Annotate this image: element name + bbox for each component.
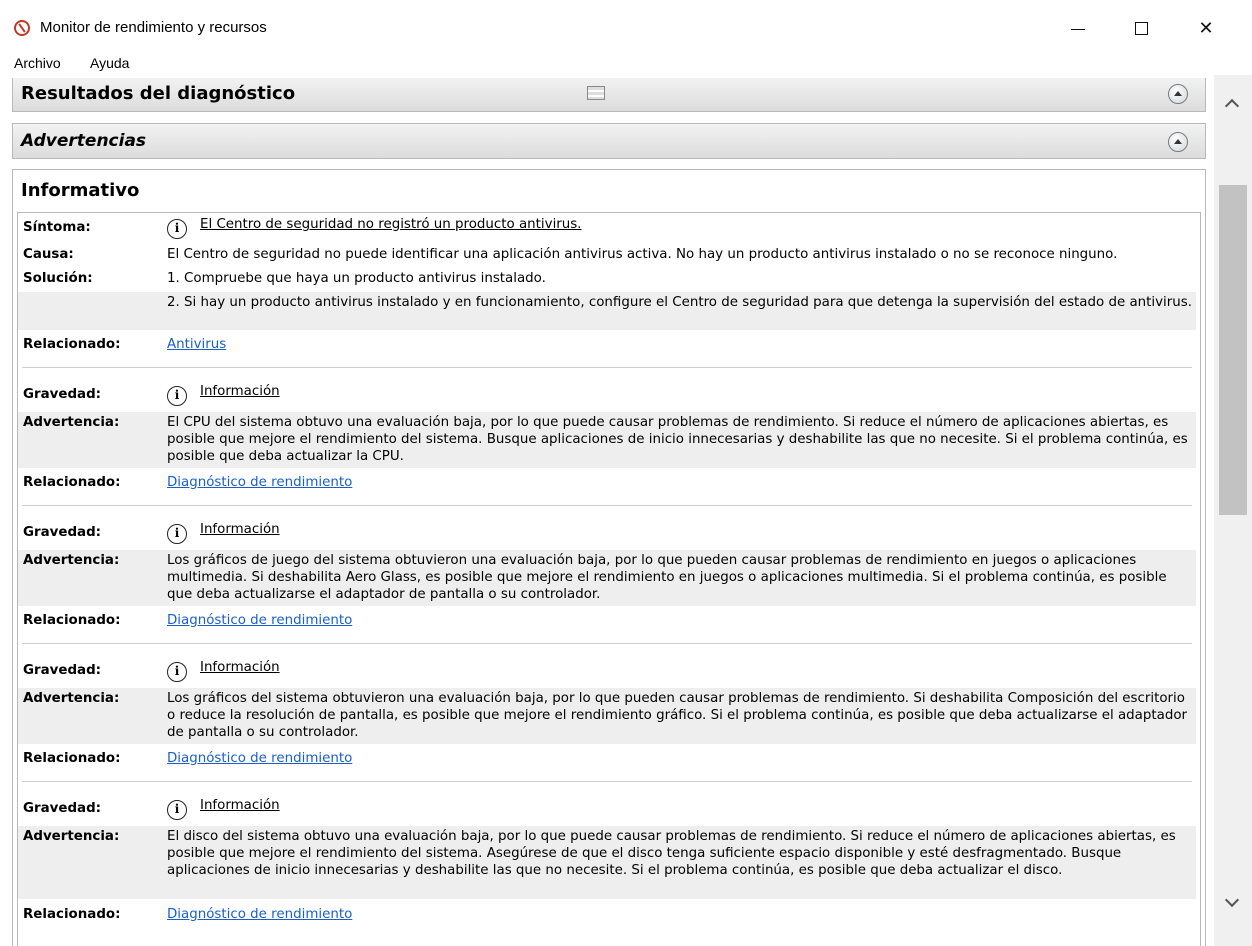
close-icon: ✕ bbox=[1198, 18, 1214, 39]
label-related: Relacionado: bbox=[23, 475, 121, 490]
menu-archivo[interactable]: Archivo bbox=[14, 55, 61, 71]
label-related: Relacionado: bbox=[23, 613, 121, 628]
solution-step-1: 1. Compruebe que haya un producto antivi… bbox=[167, 271, 546, 286]
divider bbox=[22, 643, 1192, 644]
section-warnings[interactable]: Advertencias bbox=[12, 123, 1206, 159]
solution-step-2: 2. Si hay un producto antivirus instalad… bbox=[167, 295, 1192, 310]
performance-monitor-icon bbox=[14, 20, 30, 36]
table-row: Gravedad: i Información bbox=[18, 797, 1196, 820]
maximize-button[interactable] bbox=[1122, 14, 1162, 44]
scroll-thumb[interactable] bbox=[1219, 185, 1247, 515]
section-title: Informativo bbox=[21, 180, 140, 201]
label-severity: Gravedad: bbox=[23, 801, 102, 816]
table-row: Relacionado: Diagnóstico de rendimiento bbox=[18, 473, 1196, 493]
cause-text: El Centro de seguridad no puede identifi… bbox=[167, 247, 1118, 262]
menu-ayuda[interactable]: Ayuda bbox=[90, 55, 129, 71]
related-link-performance[interactable]: Diagnóstico de rendimiento bbox=[167, 750, 352, 767]
table-row: Solución: 1. Compruebe que haya un produ… bbox=[18, 269, 1196, 289]
warning-text: Los gráficos de juego del sistema obtuvi… bbox=[167, 553, 1167, 602]
warning-text: El disco del sistema obtuvo una evaluaci… bbox=[167, 829, 1176, 878]
chevron-down-icon bbox=[1224, 892, 1240, 908]
table-row: Gravedad: i Información bbox=[18, 521, 1196, 544]
report-content: Resultados del diagnóstico Advertencias … bbox=[0, 75, 1214, 946]
vertical-scrollbar[interactable] bbox=[1214, 75, 1252, 946]
table-row: Síntoma: i El Centro de seguridad no regi… bbox=[18, 216, 1196, 239]
collapse-icon[interactable] bbox=[1168, 132, 1188, 152]
related-link-performance[interactable]: Diagnóstico de rendimiento bbox=[167, 612, 352, 629]
symptom-link[interactable]: El Centro de seguridad no registró un pr… bbox=[200, 217, 582, 232]
label-related: Relacionado: bbox=[23, 337, 121, 352]
warning-text: Los gráficos del sistema obtuvieron una … bbox=[167, 691, 1188, 740]
info-icon: i bbox=[167, 386, 187, 406]
minimize-button[interactable] bbox=[1058, 14, 1098, 44]
window-title: Monitor de rendimiento y recursos bbox=[40, 19, 267, 36]
table-row: Gravedad: i Información bbox=[18, 383, 1196, 406]
table-row: Relacionado: Diagnóstico de rendimiento bbox=[18, 749, 1196, 769]
collapse-icon[interactable] bbox=[1168, 84, 1188, 104]
menu-bar: Archivo Ayuda bbox=[0, 54, 1252, 74]
info-icon: i bbox=[167, 800, 187, 820]
label-severity: Gravedad: bbox=[23, 663, 102, 678]
related-link-performance[interactable]: Diagnóstico de rendimiento bbox=[167, 474, 352, 491]
label-related: Relacionado: bbox=[23, 907, 121, 922]
info-icon: i bbox=[167, 662, 187, 682]
maximize-icon bbox=[1135, 22, 1148, 35]
severity-link[interactable]: Información bbox=[200, 384, 280, 399]
info-icon: i bbox=[167, 524, 187, 544]
table-row: Advertencia: Los gráficos del sistema ob… bbox=[18, 688, 1196, 744]
label-solution: Solución: bbox=[23, 271, 93, 286]
section-diagnostic-results[interactable]: Resultados del diagnóstico bbox=[12, 78, 1206, 112]
label-cause: Causa: bbox=[23, 247, 74, 262]
warning-text: El CPU del sistema obtuvo una evaluación… bbox=[167, 415, 1188, 464]
scroll-down-button[interactable] bbox=[1214, 889, 1252, 921]
severity-link[interactable]: Información bbox=[200, 798, 280, 813]
label-symptom: Síntoma: bbox=[23, 220, 91, 235]
table-row: Relacionado: Antivirus bbox=[18, 335, 1196, 355]
table-view-icon[interactable] bbox=[587, 86, 605, 100]
chevron-up-icon bbox=[1224, 98, 1240, 114]
label-warning: Advertencia: bbox=[23, 691, 120, 706]
severity-link[interactable]: Información bbox=[200, 522, 280, 537]
minimize-icon bbox=[1071, 29, 1085, 30]
section-informative: Informativo Síntoma: i El Centro de segur… bbox=[12, 169, 1206, 946]
label-related: Relacionado: bbox=[23, 751, 121, 766]
section-title: Resultados del diagnóstico bbox=[21, 83, 296, 104]
scroll-up-button[interactable] bbox=[1214, 89, 1252, 121]
severity-link[interactable]: Información bbox=[200, 660, 280, 675]
table-row: Advertencia: El disco del sistema obtuvo… bbox=[18, 826, 1196, 899]
info-icon: i bbox=[167, 219, 187, 239]
informative-table: Síntoma: i El Centro de seguridad no regi… bbox=[17, 212, 1201, 946]
table-row: Gravedad: i Información bbox=[18, 659, 1196, 682]
title-bar: Monitor de rendimiento y recursos ✕ bbox=[0, 0, 1252, 56]
section-title: Advertencias bbox=[21, 131, 147, 151]
table-row: Advertencia: Los gráficos de juego del s… bbox=[18, 550, 1196, 606]
divider bbox=[22, 505, 1192, 506]
table-row: Advertencia: El CPU del sistema obtuvo u… bbox=[18, 412, 1196, 468]
label-severity: Gravedad: bbox=[23, 525, 102, 540]
table-row: 2. Si hay un producto antivirus instalad… bbox=[18, 292, 1196, 330]
label-warning: Advertencia: bbox=[23, 829, 120, 844]
table-row: Relacionado: Diagnóstico de rendimiento bbox=[18, 905, 1196, 925]
table-row: Causa: El Centro de seguridad no puede i… bbox=[18, 245, 1196, 265]
label-warning: Advertencia: bbox=[23, 415, 120, 430]
divider bbox=[22, 367, 1192, 368]
related-link-performance[interactable]: Diagnóstico de rendimiento bbox=[167, 906, 352, 923]
table-row: Relacionado: Diagnóstico de rendimiento bbox=[18, 611, 1196, 631]
label-warning: Advertencia: bbox=[23, 553, 120, 568]
label-severity: Gravedad: bbox=[23, 387, 102, 402]
divider bbox=[22, 781, 1192, 782]
related-link-antivirus[interactable]: Antivirus bbox=[167, 336, 226, 353]
close-button[interactable]: ✕ bbox=[1186, 14, 1226, 44]
